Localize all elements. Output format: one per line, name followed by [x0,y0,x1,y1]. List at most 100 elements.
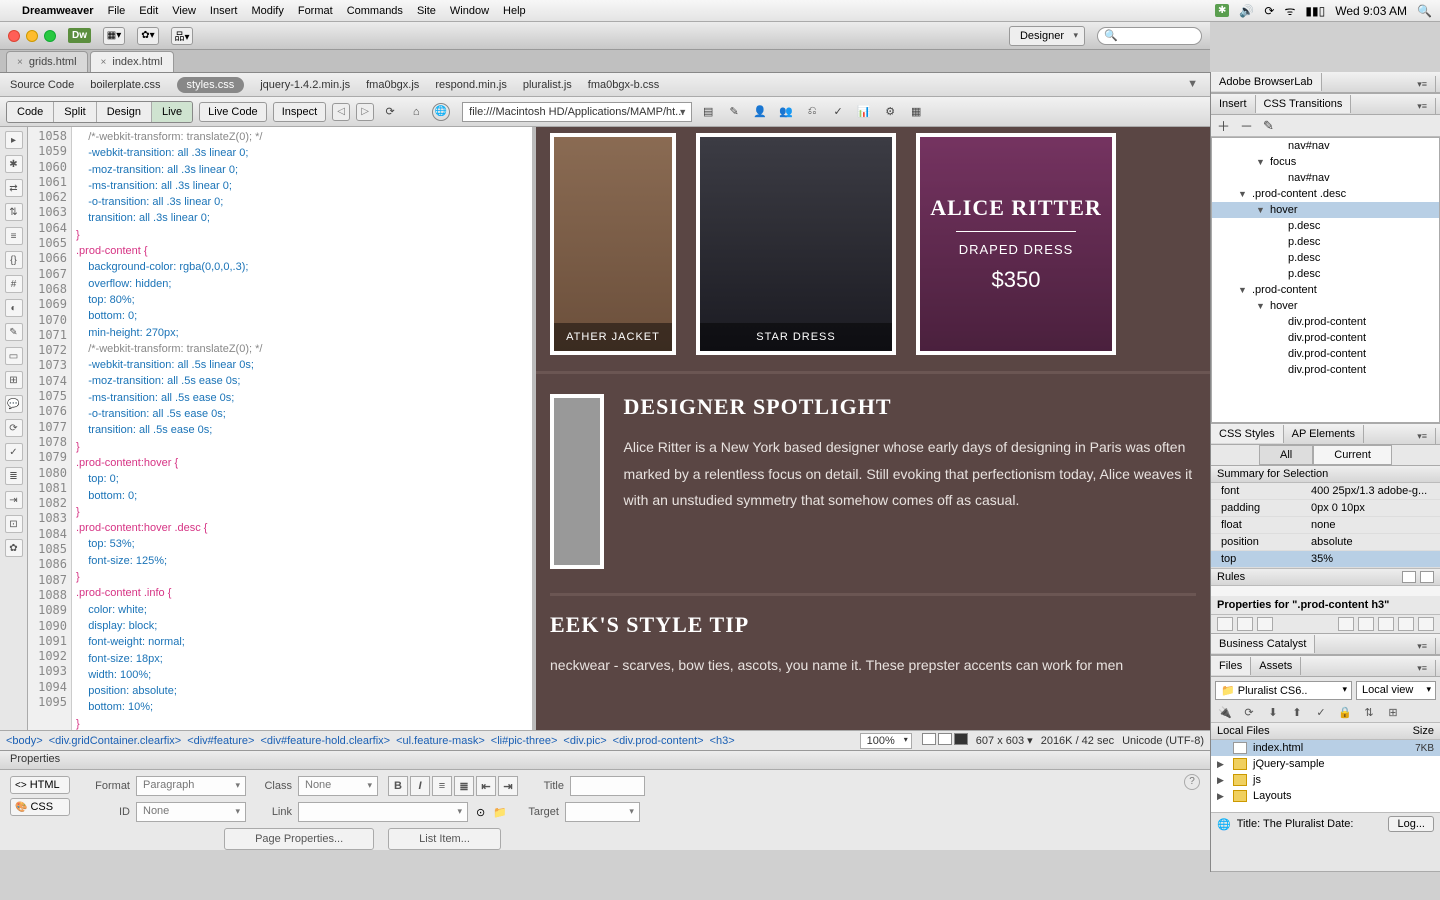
panel-tab-assets[interactable]: Assets [1251,657,1301,675]
menu-window[interactable]: Window [450,5,489,17]
help-icon[interactable]: ? [1184,774,1200,790]
tree-row[interactable]: nav#nav [1212,138,1439,154]
tag-path-item[interactable]: <div#feature-hold.clearfix> [260,735,390,747]
site-select[interactable]: 📁 Pluralist CS6.. [1215,681,1352,700]
tool-icon[interactable]: ≣ [5,467,23,485]
site-icon[interactable]: 品▾ [171,27,193,45]
panel-tab-csstransitions[interactable]: CSS Transitions [1256,95,1352,113]
list-item-button[interactable]: List Item... [388,828,501,850]
code-content[interactable]: /*-webkit-transform: translateZ(0); */ -… [72,127,532,730]
css-icon[interactable] [1378,617,1394,631]
related-file[interactable]: Source Code [10,79,74,91]
zoom-window-button[interactable] [44,30,56,42]
close-icon[interactable]: × [17,57,23,68]
live-preview[interactable]: ATHER JACKET STAR DRESS ALICE RITTER DRA… [536,127,1210,730]
workspace-switcher[interactable]: Designer [1009,26,1085,46]
tab-grids[interactable]: ×grids.html [6,51,88,72]
html-mode-button[interactable]: <> HTML [10,776,70,794]
related-file[interactable]: pluralist.js [523,79,572,91]
connect-icon[interactable]: 🔌 [1217,706,1233,720]
mode-split[interactable]: Split [54,102,96,122]
close-window-button[interactable] [8,30,20,42]
toolbar-icon[interactable]: ▤ [698,102,718,122]
browse-icon[interactable]: 📁 [493,806,507,819]
file-row[interactable]: ▶Layouts [1211,788,1440,804]
battery-icon[interactable]: ▮▮▯ [1305,4,1325,18]
put-icon[interactable]: ⬆ [1289,706,1305,720]
tree-row[interactable]: div.prod-content [1212,314,1439,330]
mode-design[interactable]: Design [97,102,152,122]
view-select[interactable]: Local view [1356,681,1436,700]
tag-path-item[interactable]: <div.gridContainer.clearfix> [49,735,181,747]
live-code-button[interactable]: Live Code [199,102,267,122]
tree-row[interactable]: p.desc [1212,234,1439,250]
tool-icon[interactable]: # [5,275,23,293]
related-file[interactable]: fma0bgx-b.css [588,79,660,91]
point-to-file-icon[interactable]: ⊙ [476,806,485,819]
tag-path-item[interactable]: <div.pic> [563,735,606,747]
close-icon[interactable]: × [101,57,107,68]
tool-icon[interactable]: ⟳ [5,419,23,437]
indent-button[interactable]: ⇥ [498,776,518,796]
tree-row[interactable]: p.desc [1212,218,1439,234]
log-button[interactable]: Log... [1388,816,1434,832]
home-icon[interactable]: ⌂ [406,102,426,122]
tree-row[interactable]: ▼hover [1212,298,1439,314]
menu-modify[interactable]: Modify [251,5,283,17]
tag-path-item[interactable]: <li#pic-three> [491,735,558,747]
summary-row[interactable]: padding0px 0 10px [1211,500,1440,517]
css-mode-button[interactable]: 🎨 CSS [10,798,70,816]
code-editor[interactable]: 1058 1059 1060 1061 1062 1063 1064 1065 … [28,127,536,730]
panel-tab-files[interactable]: Files [1211,657,1251,675]
rule-icon[interactable] [1420,571,1434,583]
tool-icon[interactable]: ✱ [5,155,23,173]
sync-icon[interactable]: ⟳ [1264,4,1274,18]
panel-tab-insert[interactable]: Insert [1211,95,1256,113]
css-icon[interactable] [1237,617,1253,631]
zoom-selector[interactable]: 100% [860,733,912,749]
title-input[interactable] [570,776,645,796]
related-file[interactable]: boilerplate.css [90,79,160,91]
tool-icon[interactable]: ⊡ [5,515,23,533]
toolbar-icon[interactable]: ⎌ [802,102,822,122]
tree-row[interactable]: div.prod-content [1212,362,1439,378]
checkout-icon[interactable]: ✓ [1313,706,1329,720]
tree-row[interactable]: ▼focus [1212,154,1439,170]
css-mode-current[interactable]: Current [1313,445,1392,465]
css-icon[interactable] [1358,617,1374,631]
italic-button[interactable]: I [410,776,430,796]
format-select[interactable]: Paragraph [136,776,246,796]
tag-path-item[interactable]: <div.prod-content> [613,735,704,747]
css-icon[interactable] [1257,617,1273,631]
summary-row[interactable]: positionabsolute [1211,534,1440,551]
related-file[interactable]: jquery-1.4.2.min.js [260,79,350,91]
tag-path-item[interactable]: <body> [6,735,43,747]
toolbar-icon[interactable]: ✎ [724,102,744,122]
tool-icon[interactable]: ✓ [5,443,23,461]
properties-header[interactable]: Properties [0,751,1210,770]
tool-icon[interactable]: ⊞ [5,371,23,389]
tree-row[interactable]: div.prod-content [1212,346,1439,362]
tag-path-item[interactable]: <h3> [710,735,735,747]
tab-index[interactable]: ×index.html [90,51,174,72]
trash-icon[interactable] [1418,617,1434,631]
summary-row[interactable]: floatnone [1211,517,1440,534]
page-properties-button[interactable]: Page Properties... [224,828,374,850]
mode-code[interactable]: Code [7,102,54,122]
menu-view[interactable]: View [172,5,196,17]
tool-icon[interactable]: ⇥ [5,491,23,509]
tool-icon[interactable]: ▭ [5,347,23,365]
panel-tab[interactable]: Business Catalyst [1211,635,1315,653]
col-localfiles[interactable]: Local Files [1217,725,1413,737]
outdent-button[interactable]: ⇤ [476,776,496,796]
related-file[interactable]: fma0bgx.js [366,79,419,91]
related-file[interactable]: respond.min.js [435,79,507,91]
summary-table[interactable]: font400 25px/1.3 adobe-g...padding0px 0 … [1211,483,1440,568]
menu-format[interactable]: Format [298,5,333,17]
mode-live[interactable]: Live [152,102,192,122]
toolbar-icon[interactable]: 👥 [776,102,796,122]
tree-row[interactable]: p.desc [1212,266,1439,282]
forward-icon[interactable]: ▷ [356,103,374,121]
wifi-icon[interactable]: ᯤ [1284,2,1295,19]
tool-icon[interactable]: ⇄ [5,179,23,197]
